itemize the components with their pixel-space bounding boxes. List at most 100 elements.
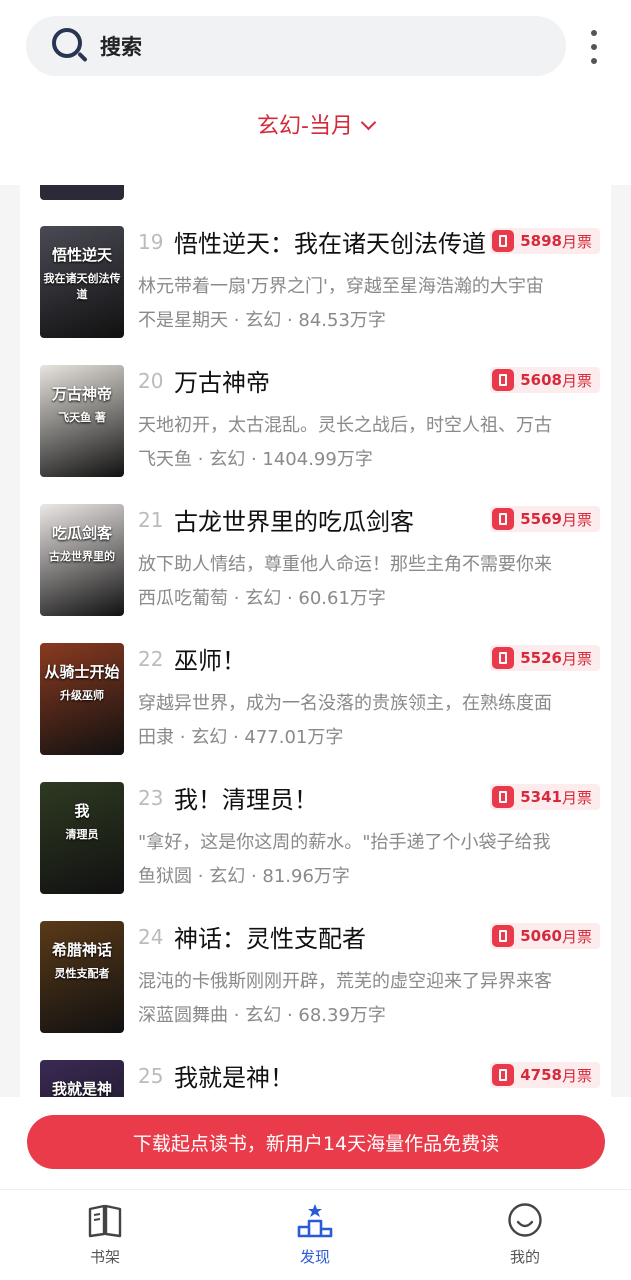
nav-item-bookshelf[interactable]: 书架 [55,1202,155,1267]
cover-text: 我 [74,802,90,820]
book-genre: 玄幻 [245,588,282,609]
book-word-count: 84.53万字 [298,310,386,331]
ticket-unit: 月票 [561,371,592,390]
book-row[interactable]: 从骑士开始 升级巫师 22 巫师！ 5526 月票 穿越异世界，成为一名没落的贵族领主，在熟… [40,643,600,757]
download-promo-button[interactable]: 下载起点读书，新用户14天海量作品免费读 [27,1115,605,1169]
cover-text: 清理员 [65,828,99,841]
book-cover[interactable]: 万古神帝 飞天鱼 著 [40,365,124,477]
category-filter[interactable]: 玄幻-当月 [0,108,631,140]
monthly-ticket-badge: 5569 月票 [490,506,600,532]
ticket-count: 5341 [520,788,562,806]
ticket-unit: 月票 [561,232,592,251]
cover-text: 升级巫师 [60,689,104,702]
meta-separator: · [286,588,293,609]
book-cover[interactable]: 悟性逆天我在诸天创法传道 [40,226,124,338]
book-author: 西瓜吃葡萄 [138,588,228,609]
book-word-count: 60.61万字 [298,588,386,609]
book-rank: 24 [138,925,164,949]
book-row[interactable]: 我就是神 25 我就是神！ 4758 月票 [40,1060,600,1100]
meta-separator: · [232,727,239,748]
search-icon [52,28,88,64]
book-author: 深蓝圆舞曲 [138,1005,228,1026]
book-title[interactable]: 古龙世界里的吃瓜剑客 [174,502,504,537]
smile-icon [507,1202,543,1238]
more-menu-icon[interactable] [583,30,605,64]
nav-label-discover: 发现 [299,1248,330,1266]
book-rank: 20 [138,369,164,393]
meta-separator: · [286,310,293,331]
book-title[interactable]: 万古神帝 [174,363,504,398]
book-cover[interactable]: 我清理员 [40,782,124,894]
cover-text: 我在诸天创法传道 [43,272,121,301]
book-title[interactable]: 我就是神！ [174,1058,504,1093]
book-description: 林元带着一扇'万界之门'，穿越至星海浩瀚的大宇宙 [138,276,544,297]
ticket-icon [492,1064,515,1086]
book-title[interactable]: 我！清理员！ [174,780,504,815]
search-bar[interactable]: 搜索 [26,16,566,76]
ticket-icon [492,925,515,947]
book-rank: 19 [138,230,164,254]
book-genre: 玄幻 [209,866,246,887]
book-row[interactable]: 悟性逆天我在诸天创法传道 19 悟性逆天：我在诸天创法传道 5898 月票林元带着一扇'… [40,226,600,340]
ticket-icon [492,369,515,391]
ticket-count: 5608 [520,371,562,389]
nav-item-discover[interactable]: 发现 [265,1202,365,1267]
book-cover[interactable]: 从骑士开始 升级巫师 [40,643,124,755]
meta-separator: · [233,1005,240,1026]
ticket-icon [492,786,515,808]
book-cover[interactable]: 我就是神 [40,1060,124,1100]
book-genre: 玄幻 [209,449,246,470]
ticket-count: 5898 [520,232,562,250]
chevron-down-icon [360,114,377,131]
monthly-ticket-badge: 5341 月票 [490,784,600,810]
ticket-count: 4758 [520,1066,562,1084]
book-meta: 飞天鱼 · 玄幻 · 1404.99万字 [138,445,373,471]
book-title[interactable]: 巫师！ [174,641,504,676]
book-rank: 23 [138,786,164,810]
ticket-count: 5526 [520,649,562,667]
meta-separator: · [250,449,257,470]
nav-item-profile[interactable]: 我的 [475,1202,575,1267]
monthly-ticket-badge: 5526 月票 [490,645,600,671]
book-row[interactable]: 吃瓜剑客 古龙世界里的 21 古龙世界里的吃瓜剑客 5569 月票 放下助人情结，尊重他人命… [40,504,600,618]
book-meta: 田隶 · 玄幻 · 477.01万字 [138,723,343,749]
book-cover[interactable]: 吃瓜剑客 古龙世界里的 [40,504,124,616]
meta-separator: · [233,310,240,331]
podium-icon [297,1202,333,1238]
ticket-icon [492,647,515,669]
book-title[interactable]: 悟性逆天：我在诸天创法传道 [174,224,504,259]
ticket-count: 5569 [520,510,562,528]
book-author: 田隶 [138,727,174,748]
book-word-count: 1404.99万字 [262,449,373,470]
book-row[interactable]: 万古神帝 飞天鱼 著 20 万古神帝 5608 月票 天地初开，太古混乱。灵长之战后，时空人… [40,365,600,479]
book-icon [87,1202,123,1238]
cover-text: 古龙世界里的 [49,550,115,563]
monthly-ticket-badge: 5608 月票 [490,367,600,393]
book-genre: 玄幻 [191,727,228,748]
book-description: 混沌的卡俄斯刚刚开辟，荒芜的虚空迎来了异界来客 [138,971,552,992]
monthly-ticket-badge: 4758 月票 [490,1062,600,1088]
meta-separator: · [286,1005,293,1026]
book-title[interactable]: 神话：灵性支配者 [174,919,504,954]
ticket-icon [492,230,515,252]
cover-text: 悟性逆天 [51,246,112,264]
ticket-unit: 月票 [561,927,592,946]
book-description: 穿越异世界，成为一名没落的贵族领主，在熟练度面 [138,693,552,714]
ticket-unit: 月票 [561,1066,592,1085]
book-author: 飞天鱼 [138,449,192,470]
book-word-count: 477.01万字 [244,727,344,748]
cover-text: 希腊神话 [51,941,112,959]
book-row[interactable]: 希腊神话 灵性支配者 24 神话：灵性支配者 5060 月票 混沌的卡俄斯刚刚开辟，荒芜的虚… [40,921,600,1035]
meta-separator: · [250,866,257,887]
book-list: 悟性逆天 我在诸天创法传道 19 悟性逆天：我在诸天创法传道 5898 月票 林元带着一扇'… [20,150,611,1100]
book-cover[interactable]: 希腊神话 灵性支配者 [40,921,124,1033]
book-row[interactable]: 我清理员 23 我！清理员！ 5341 月票 "拿好，这是你这周的薪水。"抬手递了个小袋子… [40,782,600,896]
nav-label-bookshelf: 书架 [89,1248,120,1266]
book-genre: 玄幻 [245,1005,282,1026]
cover-text: 飞天鱼 著 [58,411,106,424]
book-meta: 不是星期天 · 玄幻 · 84.53万字 [138,306,386,332]
book-word-count: 68.39万字 [298,1005,386,1026]
book-description: "拿好，这是你这周的薪水。"抬手递了个小袋子给我 [138,832,551,853]
promo-area: 下载起点读书，新用户14天海量作品免费读 [0,1097,631,1189]
cover-text: 从骑士开始 [44,663,120,681]
